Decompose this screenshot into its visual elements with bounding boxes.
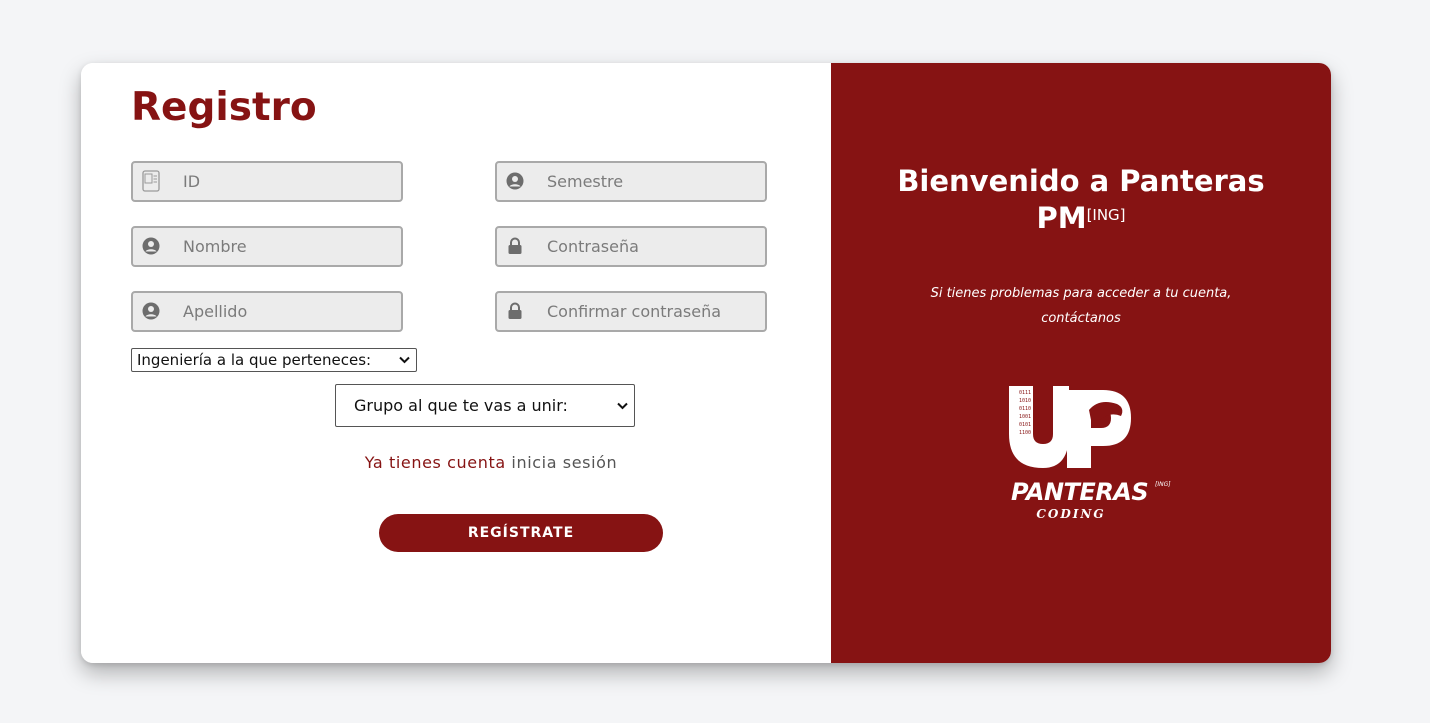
user-circle-icon	[505, 171, 525, 191]
chevron-down-icon	[399, 353, 410, 367]
svg-text:0101 10: 0101 10	[1019, 422, 1040, 428]
help-text: Si tienes problemas para acceder a tu cu…	[831, 281, 1331, 331]
welcome-panel: Bienvenido a Panteras PM[ING] Si tienes …	[831, 63, 1331, 663]
id-card-icon	[141, 170, 161, 192]
help-text-line1: Si tienes problemas para acceder a tu cu…	[930, 286, 1232, 301]
welcome-heading-sup: [ING]	[1086, 206, 1126, 224]
nombre-input[interactable]	[183, 228, 393, 265]
svg-text:1100 11: 1100 11	[1019, 430, 1040, 436]
id-input[interactable]	[183, 163, 393, 200]
ingenieria-select-value: Ingeniería a la que perteneces:	[137, 351, 372, 369]
register-button[interactable]: REGÍSTRATE	[379, 514, 663, 552]
grupo-select-value: Grupo al que te vas a unir:	[354, 396, 568, 415]
logo-brand-sup: [ING]	[1155, 481, 1171, 488]
login-prompt: Ya tienes cuenta inicia sesión	[241, 453, 741, 472]
contact-link[interactable]: contáctanos	[831, 306, 1331, 331]
welcome-heading-line2: PM[ING]	[831, 200, 1331, 237]
user-circle-icon	[141, 236, 161, 256]
login-prompt-text: Ya tienes cuenta	[364, 453, 506, 472]
svg-text:1010 10: 1010 10	[1019, 398, 1040, 404]
svg-text:0111 01: 0111 01	[1019, 390, 1040, 396]
confirmar-contrasena-input[interactable]	[547, 293, 757, 330]
welcome-heading-pm: PM	[1036, 201, 1087, 235]
ingenieria-select[interactable]: Ingeniería a la que perteneces:	[131, 348, 417, 372]
semestre-field-box	[495, 161, 767, 202]
grupo-select[interactable]: Grupo al que te vas a unir:	[335, 384, 635, 427]
id-field-box	[131, 161, 403, 202]
svg-text:0110 11: 0110 11	[1019, 406, 1040, 412]
apellido-input[interactable]	[183, 293, 393, 330]
contrasena-field-box	[495, 226, 767, 267]
panteras-logo: 0111 01 1010 10 0110 11 1001 01 0101 10 …	[971, 378, 1191, 528]
logo-tagline: CODING	[1036, 507, 1105, 521]
user-circle-icon	[141, 301, 161, 321]
page-title: Registro	[131, 85, 317, 130]
lock-icon	[505, 301, 525, 321]
chevron-down-icon	[617, 399, 628, 413]
register-card: Registro ID Semestre Nombre Apellido Ing…	[81, 63, 1331, 663]
nombre-field-box	[131, 226, 403, 267]
apellido-field-box	[131, 291, 403, 332]
welcome-heading-line1: Bienvenido a Panteras	[897, 164, 1265, 198]
login-link[interactable]: inicia sesión	[511, 453, 617, 472]
register-form-panel: Registro ID Semestre Nombre Apellido Ing…	[81, 63, 831, 663]
contrasena-input[interactable]	[547, 228, 757, 265]
semestre-input[interactable]	[547, 163, 757, 200]
confirmar-field-box	[495, 291, 767, 332]
lock-icon	[505, 236, 525, 256]
logo-brand: PANTERAS	[1011, 478, 1148, 506]
welcome-heading: Bienvenido a Panteras PM[ING]	[831, 163, 1331, 237]
svg-text:1001 01: 1001 01	[1019, 414, 1040, 420]
